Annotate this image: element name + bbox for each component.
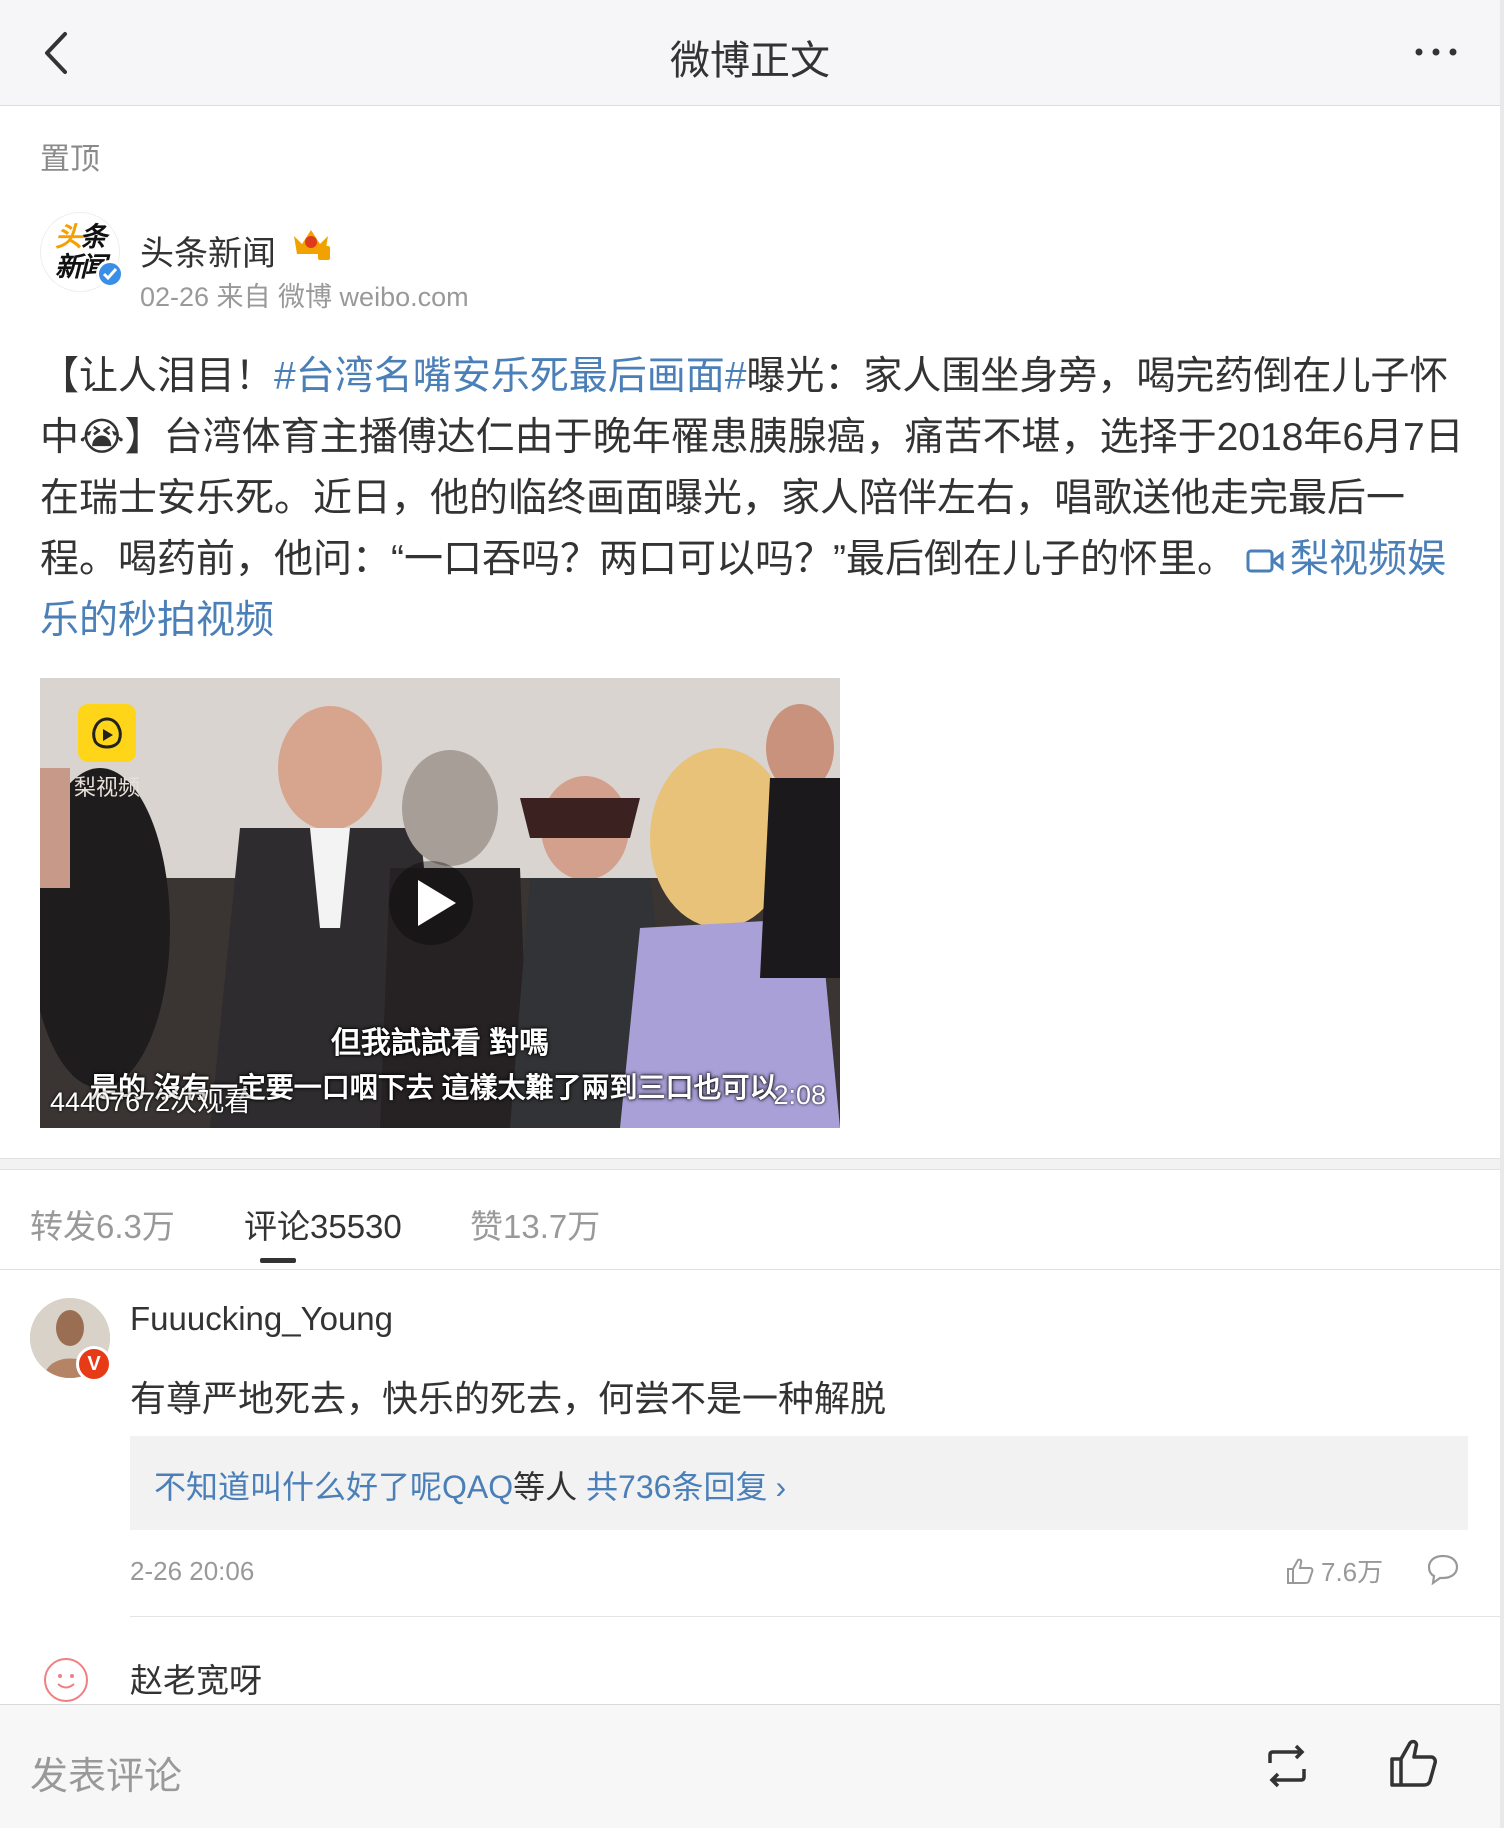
- video-player[interactable]: 梨视频 但我試試看 對嗎 是的 沒有一定要一口咽下去 這樣太難了兩到三口也可以 …: [40, 678, 840, 1128]
- comment-time: 2-26 20:06: [130, 1556, 255, 1586]
- author-name[interactable]: 头条新闻: [140, 226, 276, 275]
- post-body: 【让人泪目！#台湾名嘴安乐死最后画面#曝光：家人围坐身旁，喝完药倒在儿子怀中😭】…: [40, 346, 1470, 651]
- play-icon[interactable]: [386, 858, 476, 948]
- chevron-right-icon: ›: [775, 1469, 787, 1505]
- comment-like-count: 7.6万: [1321, 1557, 1384, 1587]
- pinned-label: 置顶: [40, 143, 100, 176]
- tab-likes[interactable]: 赞13.7万: [470, 1200, 600, 1248]
- commenter-name[interactable]: Fuuucking_Young: [130, 1300, 393, 1338]
- video-logo-text: 梨视频: [74, 775, 141, 800]
- avatar-text-a: 头: [55, 222, 82, 252]
- interaction-tabs: 转发6.3万 评论35530 赞13.7万: [0, 1170, 1500, 1270]
- pear-video-logo-icon: [78, 704, 136, 762]
- comment-text: 有尊严地死去，快乐的死去，何尝不是一种解脱: [130, 1378, 887, 1419]
- video-view-count: 44407672次观看: [50, 1087, 252, 1117]
- repost-icon[interactable]: [1262, 1743, 1312, 1789]
- video-duration: 2:08: [773, 1080, 826, 1110]
- comment-divider: [130, 1616, 1500, 1617]
- vip-badge-icon: V: [76, 1346, 112, 1382]
- topic-link[interactable]: #台湾名嘴安乐死最后画面#: [274, 355, 746, 398]
- section-divider: [0, 1158, 1500, 1170]
- active-tab-indicator: [260, 1258, 296, 1263]
- tab-comments[interactable]: 评论35530: [244, 1200, 402, 1248]
- reply-mid-text: 等人: [513, 1469, 587, 1505]
- like-icon[interactable]: [1388, 1737, 1438, 1789]
- comment-like-button[interactable]: 7.6万: [1285, 1552, 1383, 1589]
- crown-icon: [294, 230, 330, 260]
- reply-count-link[interactable]: 共736条回复: [586, 1469, 767, 1505]
- verified-check-icon: [96, 260, 124, 288]
- author-avatar[interactable]: 头条 新闻: [40, 212, 124, 292]
- comment-item: 赵老宽呀: [0, 1618, 1500, 1702]
- post-text-part1: 【让人泪目！: [40, 355, 275, 398]
- comment-item: V Fuuucking_Young 有尊严地死去，快乐的死去，何尝不是一种解脱 …: [0, 1270, 1500, 1618]
- commenter-name[interactable]: 赵老宽呀: [130, 1654, 262, 1702]
- video-subtitle-line1: 但我試試看 對嗎: [330, 1027, 550, 1060]
- commenter-avatar[interactable]: [44, 1658, 88, 1702]
- thumbs-up-icon: [1287, 1558, 1314, 1584]
- compose-comment-input[interactable]: 发表评论: [30, 1745, 182, 1800]
- crying-emoji: 😭: [79, 416, 125, 459]
- more-dots-icon: [1415, 48, 1457, 56]
- page-title: 微博正文: [670, 39, 830, 83]
- top-navigation-bar: 微博正文: [0, 0, 1500, 106]
- reply-user-link[interactable]: 不知道叫什么好了呢QAQ: [154, 1469, 513, 1505]
- more-button[interactable]: [1406, 34, 1466, 70]
- video-camera-icon: [1246, 549, 1284, 573]
- avatar-text-b: 条: [80, 222, 107, 252]
- comment-bubble-icon[interactable]: [1426, 1552, 1460, 1586]
- post-meta: 02-26 来自 微博 weibo.com: [140, 282, 469, 312]
- bottom-action-bar: 发表评论: [0, 1704, 1500, 1828]
- reply-summary[interactable]: 不知道叫什么好了呢QAQ等人 共736条回复 ›: [130, 1436, 1468, 1530]
- tab-reposts[interactable]: 转发6.3万: [30, 1200, 175, 1248]
- weibo-post-screen: 微博正文 置顶 头条 新闻 头条新闻 02-26 来自 微博 weibo.com…: [0, 0, 1500, 1828]
